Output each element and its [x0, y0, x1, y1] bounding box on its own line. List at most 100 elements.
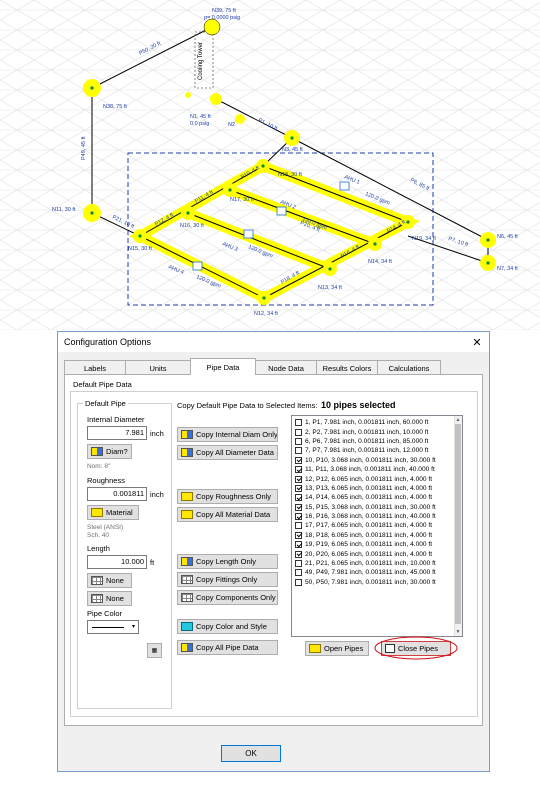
copy-roughness-button[interactable]: Copy Roughness Only [177, 489, 278, 504]
copy-length-button[interactable]: Copy Length Only [177, 554, 278, 569]
dialog-titlebar[interactable]: Configuration Options ✕ [58, 332, 489, 352]
selected-pipes-list[interactable]: 1, P1, 7.981 inch, 0.001811 inch, 60.000… [291, 415, 463, 637]
node-label-n19: N19, 34 ft [412, 236, 436, 242]
pipe-checkbox[interactable] [295, 447, 302, 455]
pipe-list-label: 21, P21, 6.065 inch, 0.001811 inch, 10.0… [305, 560, 436, 568]
pipe-checkbox[interactable] [295, 437, 302, 445]
default-pipe-label: Default Pipe [83, 399, 128, 408]
pipe-checkbox[interactable] [295, 494, 302, 502]
pipe-list-label: 15, P15, 3.068 inch, 0.001811 inch, 30.0… [305, 503, 436, 511]
tab-labels[interactable]: Labels [64, 360, 126, 375]
pipe-checkbox[interactable] [295, 578, 302, 586]
pipe-list-item[interactable]: 14, P14, 6.065 inch, 0.001811 inch, 4.00… [292, 493, 462, 502]
pipe-checkbox[interactable] [295, 484, 302, 492]
roughness-unit: inch [150, 490, 164, 499]
style-options-icon[interactable]: ▦ [147, 643, 162, 658]
ok-button[interactable]: OK [221, 745, 281, 762]
copy-components-label: Copy Components Only [196, 593, 276, 602]
pipe-checkbox[interactable] [295, 503, 302, 511]
node-label-n17: N17, 30 ft [230, 197, 254, 203]
pipe-checkbox[interactable] [295, 466, 302, 474]
pipe-list-item[interactable]: 12, P12, 6.065 inch, 0.001811 inch, 4.00… [292, 474, 462, 483]
pipe-list-item[interactable]: 19, P19, 6.065 inch, 0.001811 inch, 4.00… [292, 540, 462, 549]
close-icon[interactable]: ✕ [465, 332, 489, 352]
pipe-list-item[interactable]: 13, P13, 6.065 inch, 0.001811 inch, 4.00… [292, 484, 462, 493]
diameter-icon [181, 448, 193, 457]
scroll-thumb[interactable] [455, 424, 461, 624]
components-none-button[interactable]: None [87, 591, 132, 606]
pipe-list-item[interactable]: 15, P15, 3.068 inch, 0.001811 inch, 30.0… [292, 503, 462, 512]
pipe-color-select[interactable]: ▾ [87, 620, 139, 634]
fittings-icon [181, 575, 193, 584]
pipe-network-canvas[interactable]: Cooling Tower N39, 75 ft p= 0.0000 psig … [0, 0, 540, 330]
node-label-n1-pressure: 0.0 psig [190, 121, 209, 127]
pipe-checkbox[interactable] [295, 428, 302, 436]
open-pipes-button[interactable]: Open Pipes [305, 641, 369, 656]
copy-all-diameter-button[interactable]: Copy All Diameter Data [177, 445, 278, 460]
copy-all-pipe-data-button[interactable]: Copy All Pipe Data [177, 640, 278, 655]
pipe-list-item[interactable]: 10, P10, 3.068 inch, 0.001811 inch, 30.0… [292, 456, 462, 465]
pipe-checkbox[interactable] [295, 569, 302, 577]
pipe-list-item[interactable]: 6, P6, 7.981 inch, 0.001811 inch, 85.000… [292, 437, 462, 446]
internal-diameter-field[interactable]: 7.981 [87, 426, 147, 440]
pipe-list-item[interactable]: 17, P17, 6.065 inch, 0.001811 inch, 4.00… [292, 521, 462, 530]
pipe-list-label: 12, P12, 6.065 inch, 0.001811 inch, 4.00… [305, 475, 433, 483]
material-button[interactable]: Material [87, 505, 139, 520]
pipe-list-label: 20, P20, 6.065 inch, 0.001811 inch, 4.00… [305, 550, 433, 558]
pipe-list-label: 17, P17, 6.065 inch, 0.001811 inch, 4.00… [305, 522, 433, 530]
copy-group-label: Copy Default Pipe Data to Selected Items… [177, 401, 318, 410]
pipe-list-label: 50, P50, 7.981 inch, 0.001811 inch, 30.0… [305, 578, 436, 586]
pipe-list-item[interactable]: 21, P21, 6.065 inch, 0.001811 inch, 10.0… [292, 559, 462, 568]
pipe-list-item[interactable]: 7, P7, 7.981 inch, 0.001811 inch, 12.000… [292, 446, 462, 455]
pipe-checkbox[interactable] [295, 560, 302, 568]
pipe-list-label: 49, P49, 7.981 inch, 0.001811 inch, 45.0… [305, 569, 436, 577]
all-pipe-data-icon [181, 643, 193, 652]
pipe-list-item[interactable]: 11, P11, 3.068 inch, 0.001811 inch, 40.0… [292, 465, 462, 474]
fittings-none-button[interactable]: None [87, 573, 132, 588]
node-label-n11: N11, 30 ft [52, 207, 76, 213]
copy-color-style-button[interactable]: Copy Color and Style [177, 619, 278, 634]
pipe-checkbox[interactable] [295, 456, 302, 464]
pipe-list-item[interactable]: 2, P2, 7.981 inch, 0.001811 inch, 10.000… [292, 427, 462, 436]
pipe-checkbox[interactable] [295, 531, 302, 539]
scroll-up-icon[interactable]: ▲ [455, 417, 461, 423]
copy-internal-diam-button[interactable]: Copy Internal Diam Only [177, 427, 278, 442]
length-field[interactable]: 10.000 [87, 555, 147, 569]
highlight-circle-annotation [374, 636, 458, 660]
pipe-list-item[interactable]: 16, P16, 3.068 inch, 0.001811 inch, 40.0… [292, 512, 462, 521]
configuration-options-dialog: Configuration Options ✕ Labels Units Pip… [57, 331, 490, 772]
internal-diameter-label: Internal Diameter [87, 415, 145, 424]
diameter-icon [91, 447, 103, 456]
pipe-checkbox[interactable] [295, 522, 302, 530]
node-label-n7: N7, 34 ft [497, 266, 518, 272]
tab-calculations[interactable]: Calculations [377, 360, 441, 375]
pipe-checkbox[interactable] [295, 475, 302, 483]
node-label-n12: N12, 34 ft [254, 311, 278, 317]
copy-components-button[interactable]: Copy Components Only [177, 590, 278, 605]
pipe-checkbox[interactable] [295, 550, 302, 558]
pipe-checkbox[interactable] [295, 541, 302, 549]
material-icon [91, 508, 103, 517]
roughness-icon [181, 492, 193, 501]
copy-all-material-button[interactable]: Copy All Material Data [177, 507, 278, 522]
pipe-list-label: 6, P6, 7.981 inch, 0.001811 inch, 85.000… [305, 437, 429, 445]
tab-units[interactable]: Units [125, 360, 191, 375]
copy-fittings-button[interactable]: Copy Fittings Only [177, 572, 278, 587]
pipe-list-item[interactable]: 1, P1, 7.981 inch, 0.001811 inch, 60.000… [292, 418, 462, 427]
open-pipes-label: Open Pipes [324, 644, 364, 653]
diameter-unit: inch [150, 429, 164, 438]
tab-node-data[interactable]: Node Data [255, 360, 317, 375]
pipe-checkbox[interactable] [295, 419, 302, 427]
pipe-list-item[interactable]: 18, P18, 6.065 inch, 0.001811 inch, 4.00… [292, 531, 462, 540]
tab-results-colors[interactable]: Results Colors [316, 360, 378, 375]
diam-button[interactable]: Diam? [87, 444, 132, 459]
copy-fittings-label: Copy Fittings Only [196, 575, 258, 584]
length-unit: ft [150, 558, 155, 567]
pipe-list-item[interactable]: 50, P50, 7.981 inch, 0.001811 inch, 30.0… [292, 578, 462, 587]
list-scrollbar[interactable]: ▲ ▼ [454, 416, 462, 636]
pipe-list-item[interactable]: 20, P20, 6.065 inch, 0.001811 inch, 4.00… [292, 549, 462, 558]
tab-pipe-data[interactable]: Pipe Data [190, 358, 256, 375]
pipe-list-item[interactable]: 49, P49, 7.981 inch, 0.001811 inch, 45.0… [292, 568, 462, 577]
roughness-field[interactable]: 0.001811 [87, 487, 147, 501]
pipe-checkbox[interactable] [295, 513, 302, 521]
